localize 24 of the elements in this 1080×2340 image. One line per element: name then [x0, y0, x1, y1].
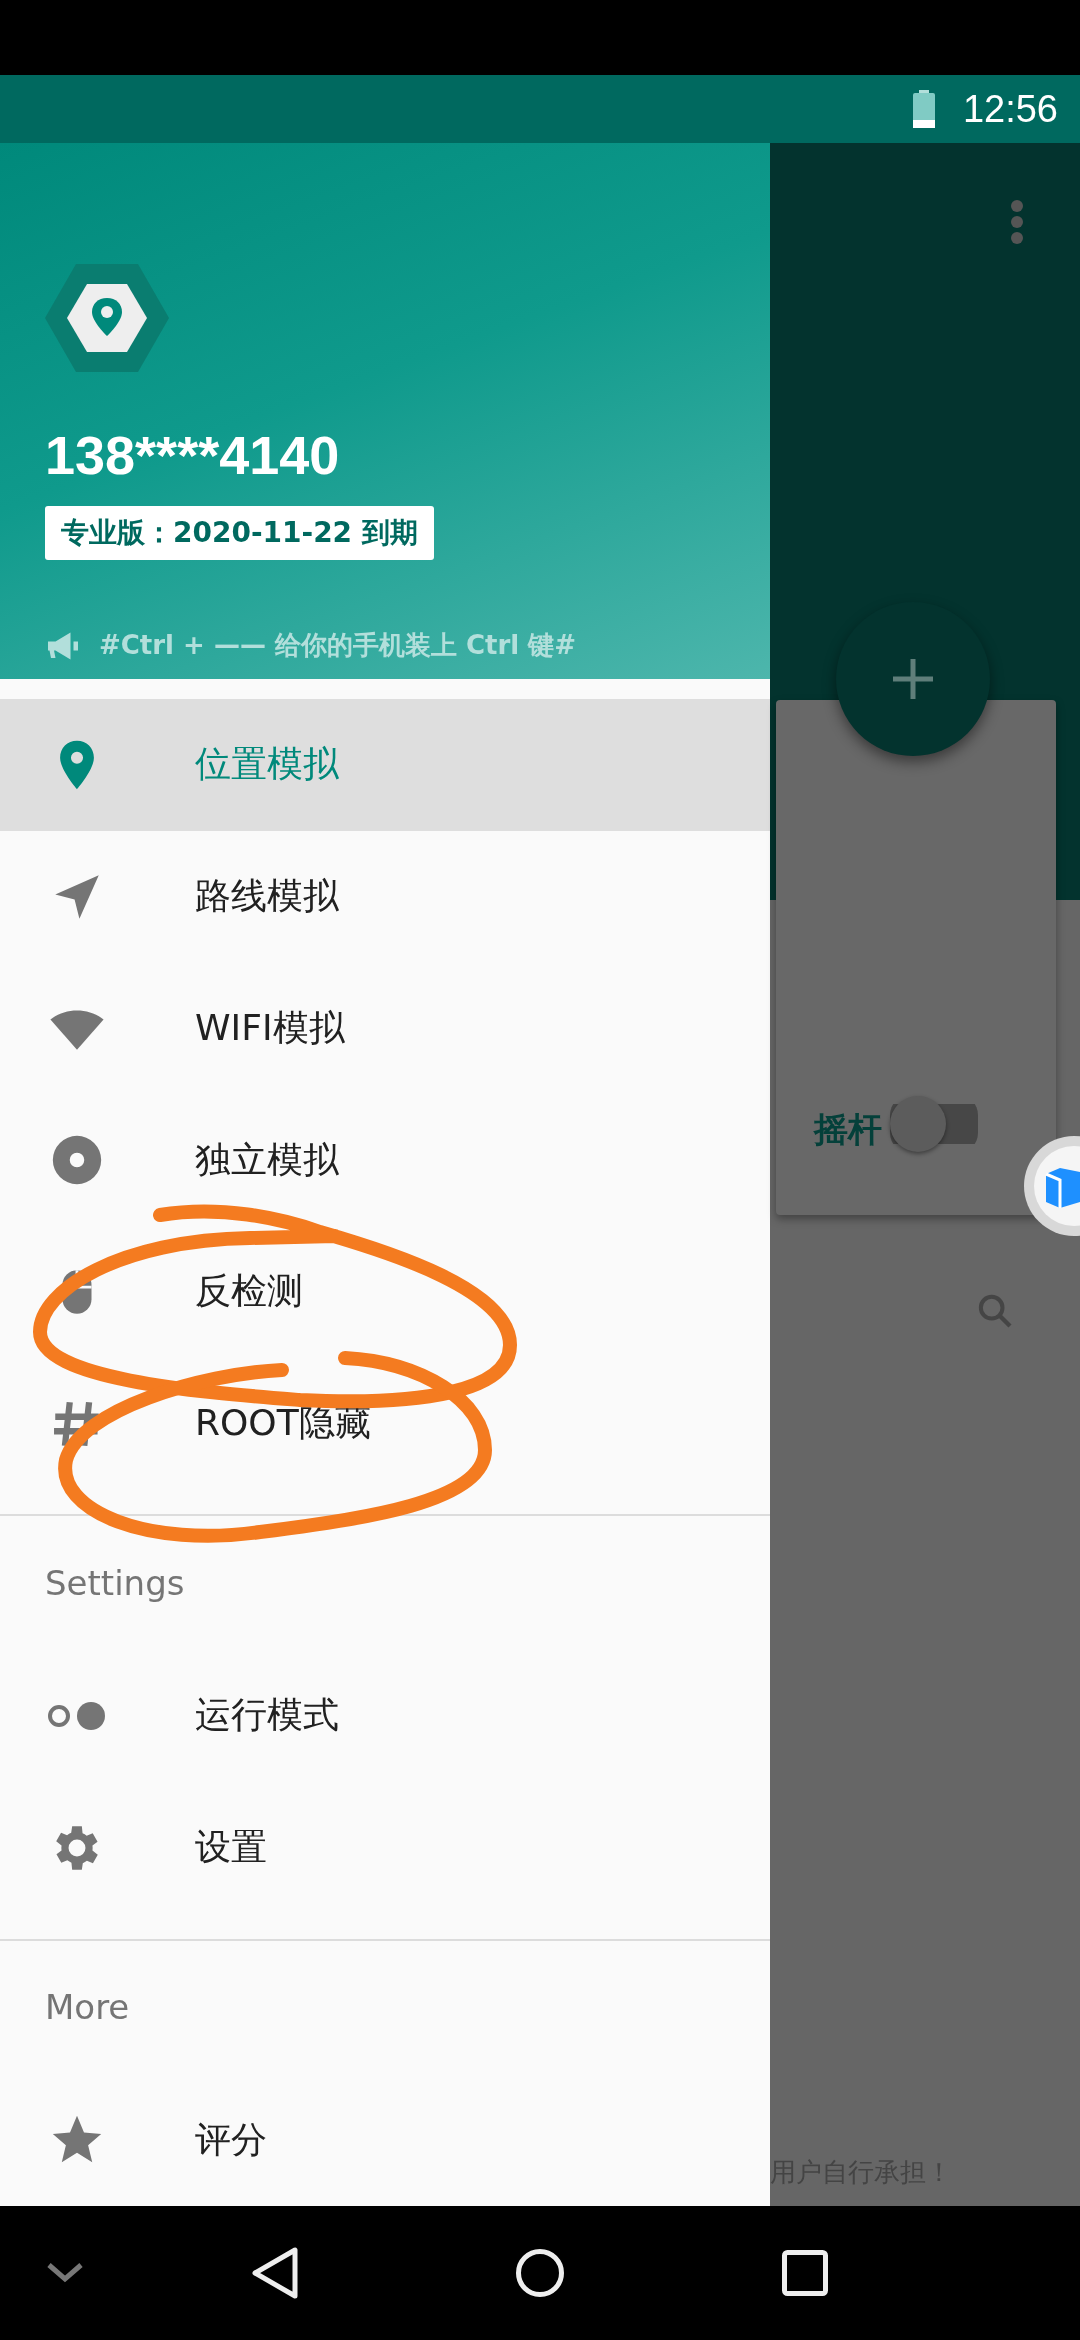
battery-icon	[912, 90, 935, 128]
section-title: Settings	[44, 1562, 186, 1606]
megaphone-icon	[45, 630, 81, 661]
menu-item[interactable]: 运行模式	[0, 1650, 770, 1782]
menu-item[interactable]: WIFI模拟	[0, 962, 770, 1095]
menu-item[interactable]: 路线模拟	[0, 830, 770, 963]
joystick-label: 摇杆	[814, 1108, 882, 1151]
chevron-down-icon[interactable]	[45, 2261, 85, 2285]
menu-item[interactable]: 独立模拟	[0, 1094, 770, 1226]
home-icon[interactable]	[515, 2248, 565, 2298]
recents-icon[interactable]	[782, 2250, 828, 2296]
status-time: 12:56	[962, 87, 1058, 131]
account-number: 138****4140	[45, 424, 341, 486]
notice-text: #Ctrl + —— 给你的手机装上 Ctrl 键#	[99, 629, 577, 663]
section-title: More	[44, 1986, 131, 2030]
menu-item[interactable]: 评分	[0, 2074, 770, 2206]
plus-icon	[893, 659, 933, 699]
back-icon[interactable]	[251, 2246, 299, 2300]
app-logo-icon	[45, 262, 169, 374]
menu-item[interactable]: 反检测	[0, 1225, 770, 1358]
plan-badge: 专业版：2020-11-22 到期	[45, 506, 434, 560]
menu-item[interactable]: ROOT隐藏	[0, 1357, 770, 1490]
floating-cube-button[interactable]	[1024, 1136, 1080, 1236]
menu-item[interactable]: 设置	[0, 1781, 770, 1914]
